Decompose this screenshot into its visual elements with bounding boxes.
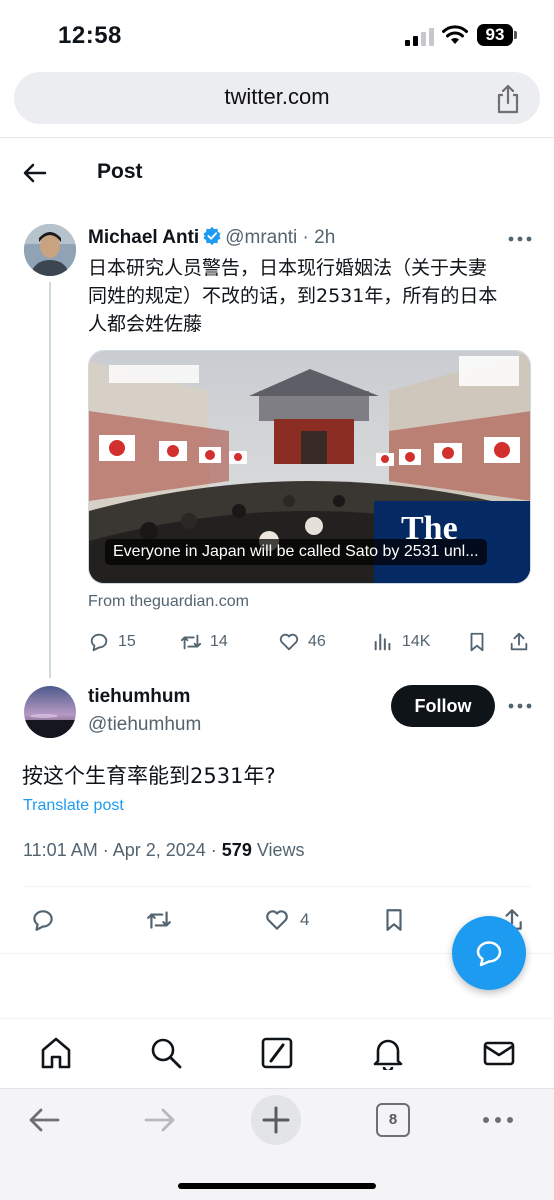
more-options-icon[interactable]	[508, 703, 532, 709]
retweet-action[interactable]: 14	[180, 628, 228, 656]
status-bar: 12:58 93	[0, 0, 554, 68]
reply-text: 按这个生育率能到2531年?	[22, 764, 276, 788]
tweet-author-row: Michael Anti @mranti · 2h	[88, 226, 335, 249]
like-action[interactable]: 46	[278, 628, 326, 656]
views-label: Views	[251, 840, 305, 860]
reply-count: 15	[118, 633, 136, 650]
like-count: 4	[300, 910, 310, 929]
author-handle[interactable]: @mranti	[225, 227, 297, 248]
card-source[interactable]: From theguardian.com	[88, 593, 249, 611]
share-icon[interactable]	[494, 84, 522, 114]
card-caption: Everyone in Japan will be called Sato by…	[105, 539, 487, 565]
cellular-signal-icon	[405, 28, 434, 46]
link-card[interactable]: The Everyone in Japan will be called Sat…	[88, 350, 531, 584]
battery-cap	[514, 31, 517, 39]
status-time: 12:58	[58, 22, 122, 49]
author-name[interactable]: Michael Anti	[88, 227, 199, 248]
bookmark-icon	[470, 632, 484, 652]
back-arrow-icon[interactable]	[22, 160, 48, 186]
share-icon	[510, 632, 528, 651]
divider	[0, 1018, 554, 1019]
reply-action[interactable]	[30, 904, 56, 936]
views-chart-icon	[374, 633, 391, 651]
reply-author-name[interactable]: tiehumhum	[88, 686, 190, 708]
avatar[interactable]	[24, 224, 76, 276]
like-action[interactable]: 4	[264, 904, 309, 936]
grok-icon[interactable]	[260, 1036, 294, 1070]
views-count: 14K	[402, 633, 431, 650]
views-action[interactable]: 14K	[372, 628, 430, 656]
verified-badge-icon	[203, 226, 221, 246]
like-count: 46	[308, 633, 326, 650]
reply-bubble-icon	[476, 941, 502, 967]
wifi-icon	[442, 25, 468, 44]
heart-icon	[266, 910, 288, 930]
post-timestamp[interactable]: 11:01 AM · Apr 2, 2024 ·	[23, 840, 222, 860]
reply-action[interactable]: 15	[88, 628, 136, 656]
heart-icon	[279, 633, 299, 651]
battery-indicator: 93	[477, 24, 513, 46]
bookmark-icon	[386, 909, 402, 931]
tweet-text-line: 同姓的规定）不改的话，到2531年，所有的日本	[88, 285, 498, 307]
home-indicator[interactable]	[178, 1183, 376, 1189]
tabs-button[interactable]: 8	[376, 1103, 410, 1137]
retweet-icon	[180, 634, 202, 650]
tweet-time[interactable]: 2h	[314, 227, 335, 248]
compose-reply-button[interactable]	[452, 916, 526, 990]
bookmark-action[interactable]	[466, 628, 488, 656]
thread-line	[49, 282, 51, 678]
tweet-text: 日本研究人员警告，日本现行婚姻法（关于夫妻 同姓的规定）不改的话，到2531年，…	[88, 254, 536, 338]
post-metadata: 11:01 AM · Apr 2, 2024 · 579 Views	[23, 840, 305, 861]
bookmark-action[interactable]	[381, 904, 407, 936]
retweet-icon	[147, 911, 171, 929]
tweet-text-line: 日本研究人员警告，日本现行婚姻法（关于夫妻	[88, 257, 488, 279]
page-title: Post	[97, 160, 143, 183]
plus-icon	[262, 1106, 290, 1134]
reply-author-handle[interactable]: @tiehumhum	[88, 714, 201, 736]
separator-dot: ·	[297, 227, 315, 248]
tweet-text-line: 人都会姓佐藤	[88, 313, 203, 335]
new-tab-button[interactable]	[251, 1095, 301, 1145]
avatar[interactable]	[24, 686, 76, 738]
more-options-icon[interactable]	[508, 236, 532, 242]
divider	[0, 137, 554, 138]
tweet-actions: 15 14 46 14K	[88, 628, 534, 656]
url-text[interactable]: twitter.com	[14, 84, 540, 110]
reply-icon	[33, 910, 53, 931]
browser-back-icon[interactable]	[26, 1102, 62, 1138]
search-icon[interactable]	[149, 1036, 183, 1070]
reply-icon	[90, 633, 108, 652]
messages-mail-icon[interactable]	[482, 1036, 516, 1070]
browser-forward-icon[interactable]	[142, 1102, 178, 1138]
share-action[interactable]	[508, 628, 530, 656]
divider	[23, 886, 531, 887]
home-icon[interactable]	[39, 1036, 73, 1070]
retweet-action[interactable]	[146, 904, 172, 936]
translate-post-link[interactable]: Translate post	[23, 797, 124, 815]
notifications-bell-icon[interactable]	[371, 1036, 405, 1070]
more-menu-icon[interactable]	[480, 1102, 516, 1138]
views-count: 579	[221, 840, 252, 860]
follow-button[interactable]: Follow	[391, 685, 495, 727]
retweet-count: 14	[210, 633, 228, 650]
post-header: Post	[0, 150, 554, 198]
address-bar[interactable]: twitter.com	[14, 72, 540, 124]
